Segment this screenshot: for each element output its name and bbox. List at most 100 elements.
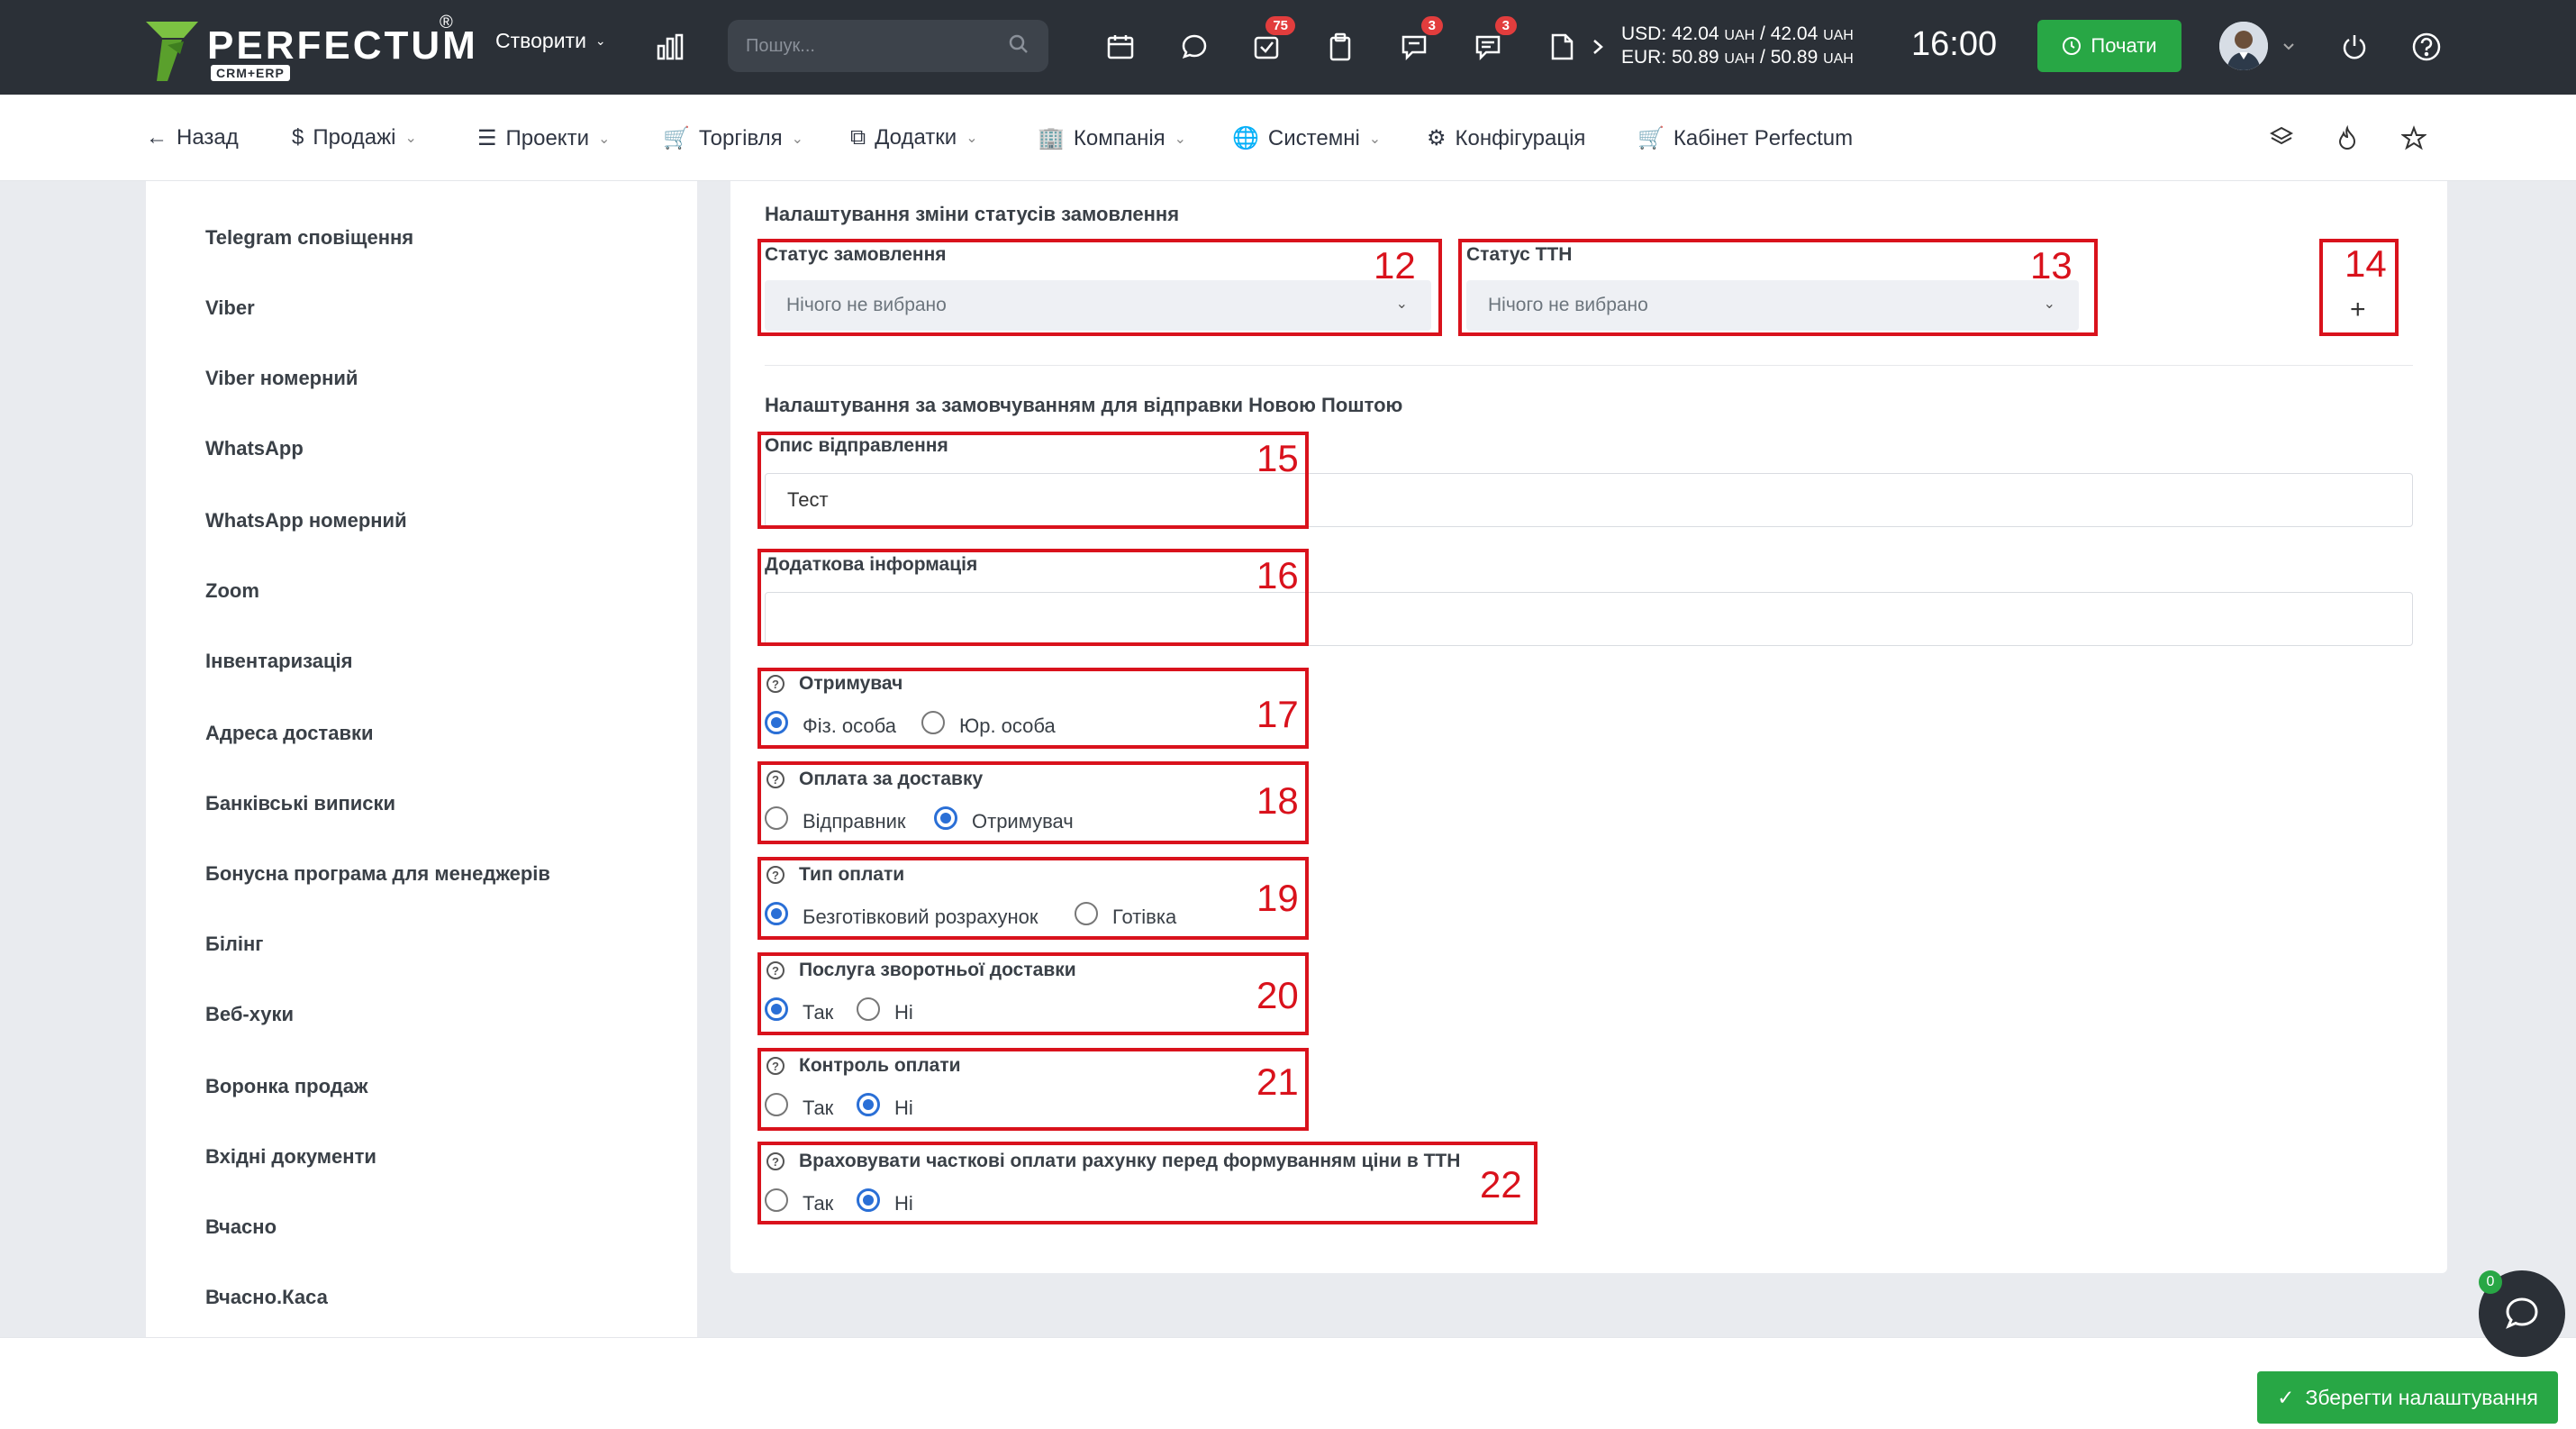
start-work-button[interactable]: Почати (2037, 20, 2181, 72)
create-label: Створити (495, 29, 586, 52)
help-icon[interactable] (2407, 27, 2446, 67)
sidebar-item[interactable]: Вчасно.Каса (205, 1286, 328, 1309)
save-settings-button[interactable]: ✓ Зберегти налаштування (2257, 1371, 2558, 1424)
annotation-box-21 (757, 1048, 1309, 1131)
search-box[interactable] (728, 20, 1048, 72)
star-icon[interactable] (2401, 125, 2426, 150)
comments-icon[interactable]: 3 (1468, 16, 1517, 67)
calendar-icon[interactable] (1101, 27, 1140, 67)
building-icon: 🏢 (1038, 126, 1065, 150)
status-section-title: Налаштування зміни статусів замовлення (765, 203, 1180, 225)
nav-system-label: Системні (1267, 125, 1360, 150)
annotation-number-19: 19 (1256, 877, 1299, 919)
clock-icon (2063, 37, 2082, 55)
arrow-left-icon: ← (146, 125, 168, 150)
annotation-box-20 (757, 952, 1309, 1035)
sidebar-item[interactable]: Воронка продаж (205, 1075, 368, 1098)
usd-rate: USD: 42.04 UAH / 42.04 UAH (1621, 23, 1854, 44)
annotation-box-18 (757, 761, 1309, 844)
brand-reg-mark: ® (440, 13, 453, 32)
globe-icon: 🌐 (1232, 126, 1259, 150)
nav-config[interactable]: ⚙ Конфігурація (1427, 125, 1585, 151)
support-chat-badge: 0 (2479, 1270, 2502, 1294)
annotation-number-22: 22 (1480, 1163, 1522, 1206)
nav-system[interactable]: 🌐 Системні ⌄ (1232, 125, 1381, 151)
annotation-box-12 (757, 239, 1442, 336)
sidebar-item[interactable]: Бонусна програма для менеджерів (205, 862, 550, 886)
annotation-number-21: 21 (1256, 1060, 1299, 1103)
chevron-down-icon: ⌄ (404, 131, 417, 146)
create-dropdown[interactable]: Створити ⌄ (495, 29, 606, 53)
annotation-number-20: 20 (1256, 974, 1299, 1016)
annotation-box-22 (757, 1142, 1537, 1224)
sidebar-item[interactable]: WhatsApp (205, 437, 304, 460)
sidebar-item[interactable]: Вчасно (205, 1215, 277, 1239)
sidebar-item[interactable]: Веб-хуки (205, 1003, 294, 1026)
sidebar-item[interactable]: Адреса доставки (205, 722, 374, 745)
nav-sales-label: Продажі (313, 125, 396, 150)
annotation-number-14: 14 (2345, 242, 2387, 285)
nav-addons[interactable]: ⧉ Додатки ⌄ (850, 125, 978, 150)
settings-card: Налаштування зміни статусів замовлення С… (730, 181, 2447, 1273)
clock: 16:00 (1911, 25, 1998, 63)
messages-badge: 3 (1420, 16, 1443, 35)
layers-icon: ☰ (477, 126, 497, 150)
logo-mark-icon (146, 22, 198, 81)
annotation-number-16: 16 (1256, 554, 1299, 596)
eur-rate: EUR: 50.89 UAH / 50.89 UAH (1621, 47, 1854, 68)
brand-sub: CRM+ERP (211, 65, 290, 81)
annotation-box-17 (757, 668, 1309, 749)
annotation-number-13: 13 (2030, 244, 2073, 287)
layers-icon[interactable] (2270, 125, 2293, 149)
nav-company[interactable]: 🏢 Компанія ⌄ (1038, 125, 1186, 151)
sidebar-item[interactable]: Банківські виписки (205, 792, 395, 815)
nav-cabinet[interactable]: 🛒 Кабінет Perfectum (1637, 125, 1853, 151)
avatar[interactable] (2219, 22, 2268, 70)
annotation-box-19 (757, 857, 1309, 940)
save-settings-label: Зберегти налаштування (2305, 1385, 2538, 1409)
annotation-number-12: 12 (1374, 244, 1416, 287)
search-icon[interactable] (1007, 32, 1030, 60)
sidebar-item[interactable]: Вхідні документи (205, 1145, 376, 1169)
nav-trade-label: Торгівля (698, 125, 783, 150)
chat-badge: 3 (1494, 16, 1517, 35)
chevron-right-icon[interactable] (1587, 27, 1609, 67)
settings-sidebar: Telegram сповіщення Viber Viber номерний… (146, 181, 697, 1337)
copy-icon: ⧉ (850, 125, 866, 150)
chat-bubble-icon[interactable] (1175, 27, 1214, 67)
document-icon[interactable] (1542, 27, 1582, 67)
sidebar-item[interactable]: Білінг (205, 933, 263, 956)
annotation-box-16 (757, 549, 1309, 646)
nav-cabinet-label: Кабінет Perfectum (1673, 125, 1854, 150)
reports-chart-icon[interactable] (650, 27, 690, 67)
nav-company-label: Компанія (1073, 125, 1166, 150)
nav-trade[interactable]: 🛒 Торгівля ⌄ (663, 125, 803, 151)
sliders-icon: ⚙ (1427, 126, 1447, 150)
brand-logo[interactable]: PERFECTUM ® CRM+ERP (144, 13, 476, 85)
footer-bar (0, 1337, 2576, 1429)
sidebar-item[interactable]: Viber (205, 296, 255, 320)
sidebar-item[interactable]: Zoom (205, 579, 259, 603)
sidebar-item[interactable]: WhatsApp номерний (205, 509, 407, 532)
nav-addons-label: Додатки (875, 125, 957, 150)
clipboard-icon[interactable] (1320, 27, 1360, 67)
nav-back[interactable]: ← Назад (146, 125, 239, 150)
annotation-box-13 (1458, 239, 2098, 336)
nav-projects[interactable]: ☰ Проекти ⌄ (477, 125, 610, 151)
sidebar-item[interactable]: Viber номерний (205, 367, 358, 390)
tasks-check-icon[interactable]: 75 (1247, 16, 1295, 67)
chevron-down-icon: ⌄ (594, 33, 606, 48)
chevron-down-icon: ⌄ (1368, 131, 1382, 147)
tasks-badge: 75 (1265, 16, 1295, 35)
power-icon[interactable] (2335, 27, 2374, 67)
nav-projects-label: Проекти (505, 125, 589, 150)
nav-sales[interactable]: $ Продажі ⌄ (292, 125, 417, 150)
sidebar-item[interactable]: Telegram сповіщення (205, 226, 413, 250)
search-input[interactable] (746, 20, 998, 72)
messages-icon[interactable]: 3 (1394, 16, 1443, 67)
sidebar-item[interactable]: Інвентаризація (205, 650, 353, 673)
nav-config-label: Конфігурація (1455, 125, 1586, 150)
chevron-down-icon[interactable] (2277, 27, 2300, 67)
dollar-icon: $ (292, 125, 304, 150)
fire-icon[interactable] (2336, 125, 2358, 150)
